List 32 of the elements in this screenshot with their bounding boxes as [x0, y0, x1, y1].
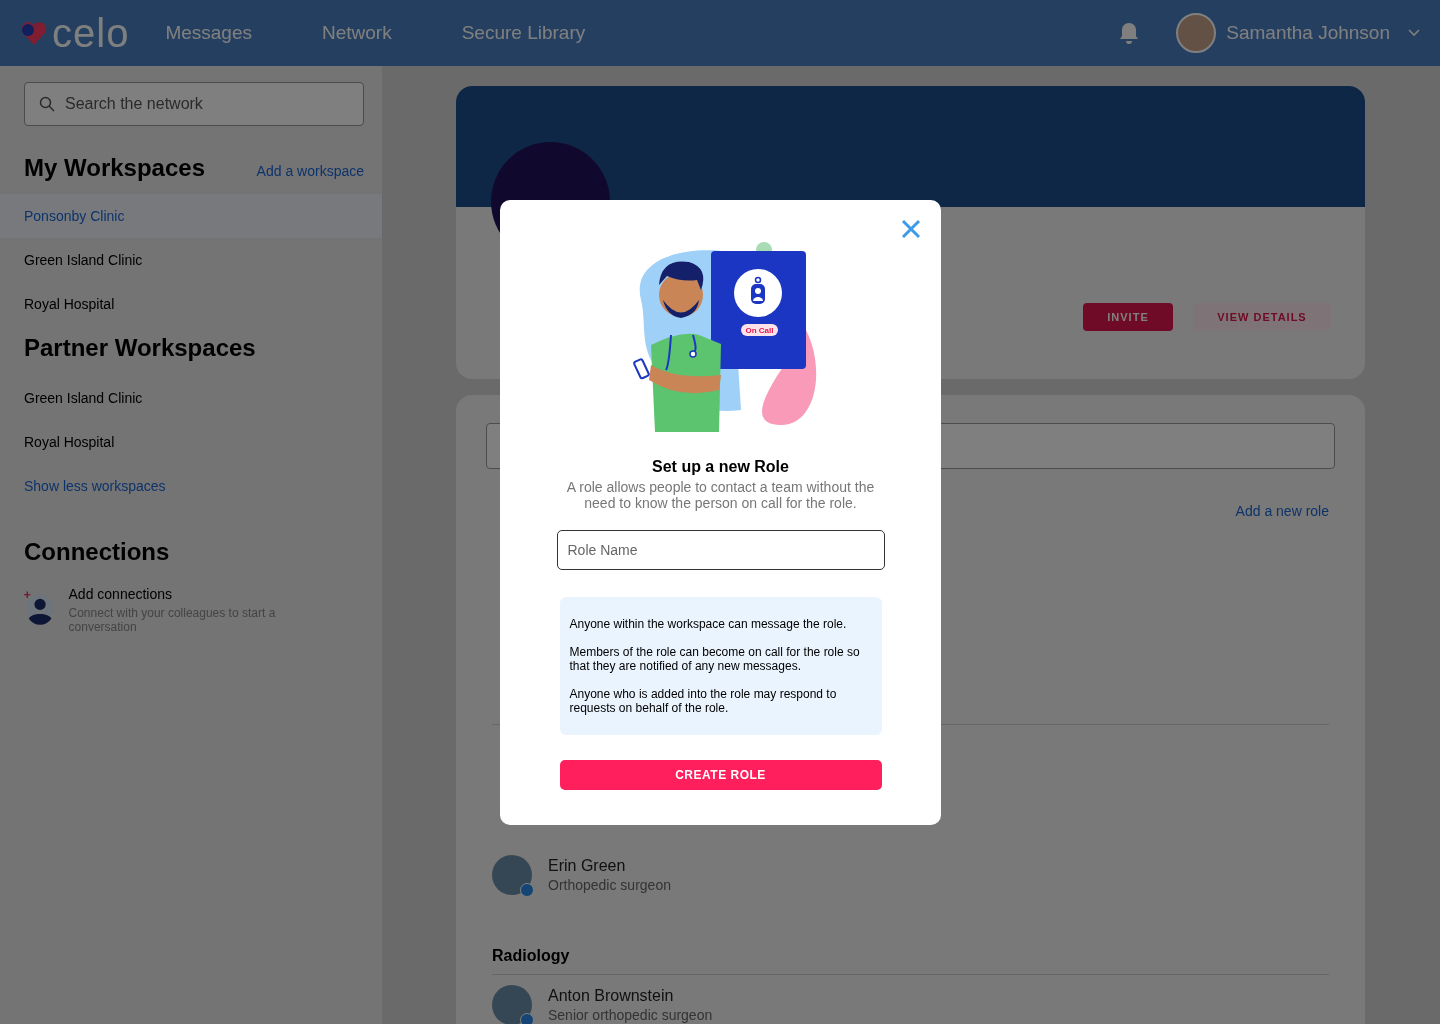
create-role-button[interactable]: CREATE ROLE [559, 760, 882, 790]
workspace-item[interactable]: Royal Hospital [0, 282, 382, 326]
member-name: Anton Brownstein [548, 987, 675, 1005]
workspace-item[interactable]: Green Island Clinic [0, 238, 382, 282]
section-heading: Partner Workspaces [24, 334, 256, 362]
section-heading: My Workspaces [24, 154, 205, 182]
invite-button[interactable]: INVITE [1083, 303, 1173, 331]
add-workspace-link[interactable]: Add a workspace [256, 163, 364, 179]
show-less-link[interactable]: Show less workspaces [0, 464, 382, 508]
nav-link[interactable]: Messages [165, 22, 252, 44]
group-heading: Radiology [492, 947, 1329, 975]
member-role: Orthopedic surgeon [548, 877, 671, 893]
info-text: Anyone within the workspace can message the role. [569, 617, 848, 631]
logo-text: celo [52, 10, 130, 56]
section-heading: Connections [24, 538, 170, 566]
member-name: Erin Green [548, 857, 627, 875]
add-connections-title[interactable]: Add connections [68, 586, 292, 602]
modal-description: A role allows people to contact a team without the need to know the person on call for the role. [565, 479, 876, 511]
member-role: Senior orthopedic surgeon [548, 1007, 713, 1023]
workspace-item[interactable]: Ponsonby Clinic [0, 194, 382, 238]
workspace-item[interactable]: Royal Hospital [0, 420, 382, 464]
search-field[interactable]: Search the network [24, 82, 364, 126]
role-name-field[interactable]: Role Name [556, 530, 885, 570]
add-role-link[interactable]: Add a new role [1235, 503, 1329, 519]
nav-link[interactable]: Network [322, 22, 392, 44]
nav-link[interactable]: Secure Library [461, 22, 586, 44]
user-name[interactable]: Samantha Johnson [1226, 22, 1390, 44]
modal-title: Set up a new Role [652, 458, 789, 476]
info-text: Members of the role can become on call for the role so that they are notified of any new messages. [569, 645, 861, 673]
workspace-item[interactable]: Green Island Clinic [0, 376, 382, 420]
info-text: Anyone who is added into the role may respond to requests on behalf of the role. [569, 687, 838, 715]
details-button[interactable]: VIEW DETAILS [1193, 303, 1331, 331]
